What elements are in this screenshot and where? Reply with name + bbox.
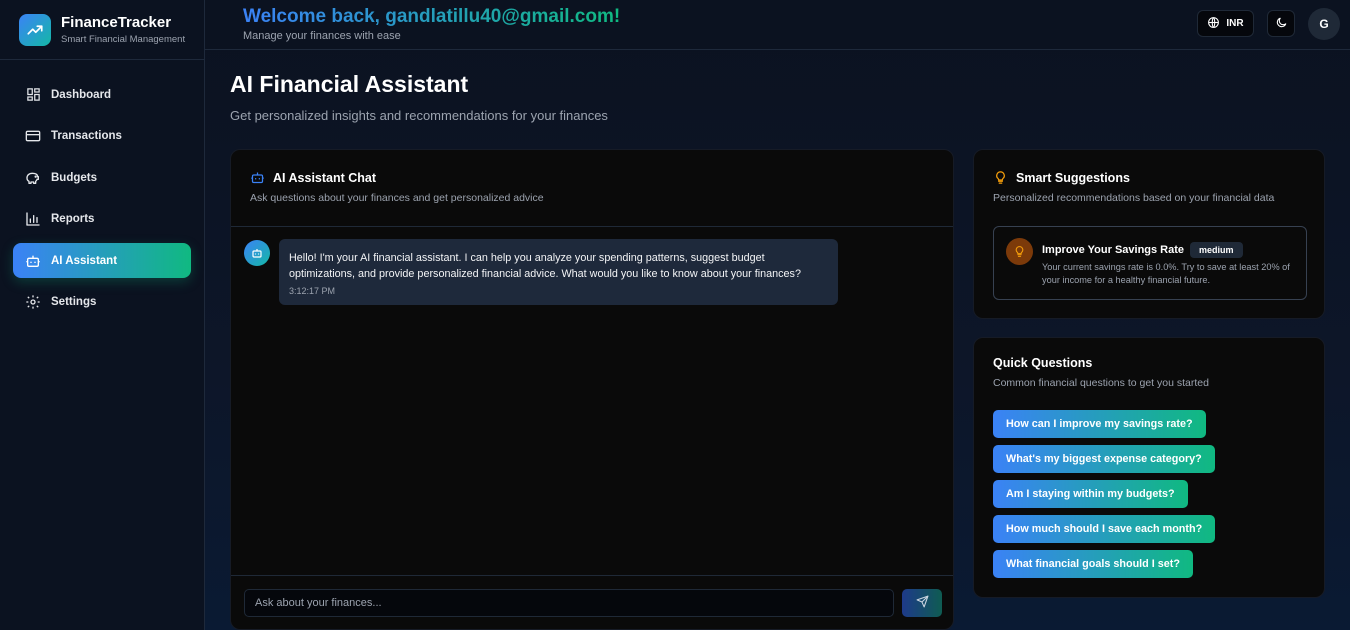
send-button[interactable] bbox=[902, 589, 942, 617]
chat-message-bot: Hello! I'm your AI financial assistant. … bbox=[279, 239, 838, 305]
brand[interactable]: FinanceTracker Smart Financial Managemen… bbox=[0, 0, 204, 60]
sidebar-item-label: Settings bbox=[51, 296, 97, 308]
sidebar-item-label: Transactions bbox=[51, 130, 122, 142]
message-text: Hello! I'm your AI financial assistant. … bbox=[289, 252, 801, 280]
currency-label: INR bbox=[1226, 18, 1244, 29]
bot-icon bbox=[25, 253, 41, 269]
quick-question-button[interactable]: How can I improve my savings rate? bbox=[993, 410, 1206, 438]
grid-icon bbox=[25, 87, 41, 103]
sidebar-item-budgets[interactable]: Budgets bbox=[13, 160, 191, 195]
quick-questions-title: Quick Questions bbox=[993, 356, 1093, 370]
suggestions-header: Smart Suggestions Personalized recommend… bbox=[993, 170, 1275, 205]
sidebar-item-label: Dashboard bbox=[51, 88, 112, 101]
send-icon bbox=[916, 595, 929, 611]
credit-card-icon bbox=[25, 128, 41, 144]
lightbulb-icon bbox=[1006, 238, 1033, 265]
brand-title: FinanceTracker bbox=[61, 14, 172, 31]
welcome-subtitle: Manage your finances with ease bbox=[243, 30, 401, 42]
moon-icon bbox=[1275, 16, 1288, 32]
quick-question-button[interactable]: What financial goals should I set? bbox=[993, 550, 1193, 578]
chat-title: AI Assistant Chat bbox=[273, 170, 377, 185]
globe-icon bbox=[1207, 16, 1220, 32]
sidebar-item-transactions[interactable]: Transactions bbox=[13, 119, 191, 154]
trending-up-icon bbox=[19, 13, 51, 46]
chat-input[interactable] bbox=[244, 589, 894, 617]
sidebar-item-label: AI Assistant bbox=[51, 254, 118, 267]
page-subtitle: Get personalized insights and recommenda… bbox=[230, 108, 608, 123]
quick-questions-card: Quick Questions Common financial questio… bbox=[973, 337, 1325, 598]
quick-question-button[interactable]: How much should I save each month? bbox=[993, 515, 1216, 543]
divider bbox=[231, 575, 953, 576]
chat-subtitle: Ask questions about your finances and ge… bbox=[250, 192, 544, 204]
sidebar-nav: Dashboard Transactions Budgets Reports A… bbox=[0, 60, 204, 320]
suggestions-subtitle: Personalized recommendations based on yo… bbox=[993, 192, 1275, 204]
quick-question-button[interactable]: What's my biggest expense category? bbox=[993, 445, 1215, 473]
suggestion-description: Your current savings rate is 0.0%. Try t… bbox=[1042, 262, 1290, 285]
page-title: AI Financial Assistant bbox=[230, 71, 469, 97]
bot-avatar bbox=[244, 240, 270, 266]
divider bbox=[231, 226, 953, 227]
priority-badge: medium bbox=[1190, 242, 1243, 258]
sidebar: FinanceTracker Smart Financial Managemen… bbox=[0, 0, 205, 630]
brand-subtitle: Smart Financial Management bbox=[61, 34, 186, 45]
sidebar-item-label: Reports bbox=[51, 213, 95, 225]
piggy-bank-icon bbox=[25, 170, 41, 186]
avatar[interactable]: G bbox=[1308, 8, 1340, 40]
message-timestamp: 3:12:17 PM bbox=[289, 286, 336, 296]
sidebar-item-settings[interactable]: Settings bbox=[13, 285, 191, 320]
quick-question-button[interactable]: Am I staying within my budgets? bbox=[993, 480, 1188, 508]
sidebar-item-ai-assistant[interactable]: AI Assistant bbox=[13, 243, 191, 278]
bot-icon bbox=[250, 170, 265, 185]
theme-toggle-button[interactable] bbox=[1267, 10, 1295, 37]
gear-icon bbox=[25, 294, 41, 310]
quick-questions-list: How can I improve my savings rate? What'… bbox=[993, 410, 1216, 585]
sidebar-item-reports[interactable]: Reports bbox=[13, 202, 191, 237]
chat-card: AI Assistant Chat Ask questions about yo… bbox=[230, 149, 954, 630]
suggestion-title: Improve Your Savings Rate bbox=[1042, 244, 1185, 256]
top-header: Welcome back, gandlatillu40@gmail.com! M… bbox=[205, 0, 1350, 50]
sidebar-item-label: Budgets bbox=[51, 171, 97, 184]
suggestion-item[interactable]: Improve Your Savings Rate medium Your cu… bbox=[993, 226, 1307, 300]
lightbulb-icon bbox=[993, 170, 1008, 185]
quick-questions-subtitle: Common financial questions to get you st… bbox=[993, 377, 1209, 389]
bar-chart-icon bbox=[25, 211, 41, 227]
smart-suggestions-card: Smart Suggestions Personalized recommend… bbox=[973, 149, 1325, 319]
chat-header: AI Assistant Chat Ask questions about yo… bbox=[250, 170, 544, 205]
currency-selector[interactable]: INR bbox=[1197, 10, 1254, 37]
suggestions-title: Smart Suggestions bbox=[1016, 170, 1130, 185]
sidebar-item-dashboard[interactable]: Dashboard bbox=[13, 77, 191, 112]
quick-questions-header: Quick Questions Common financial questio… bbox=[993, 356, 1209, 389]
welcome-message: Welcome back, gandlatillu40@gmail.com! bbox=[243, 6, 621, 27]
